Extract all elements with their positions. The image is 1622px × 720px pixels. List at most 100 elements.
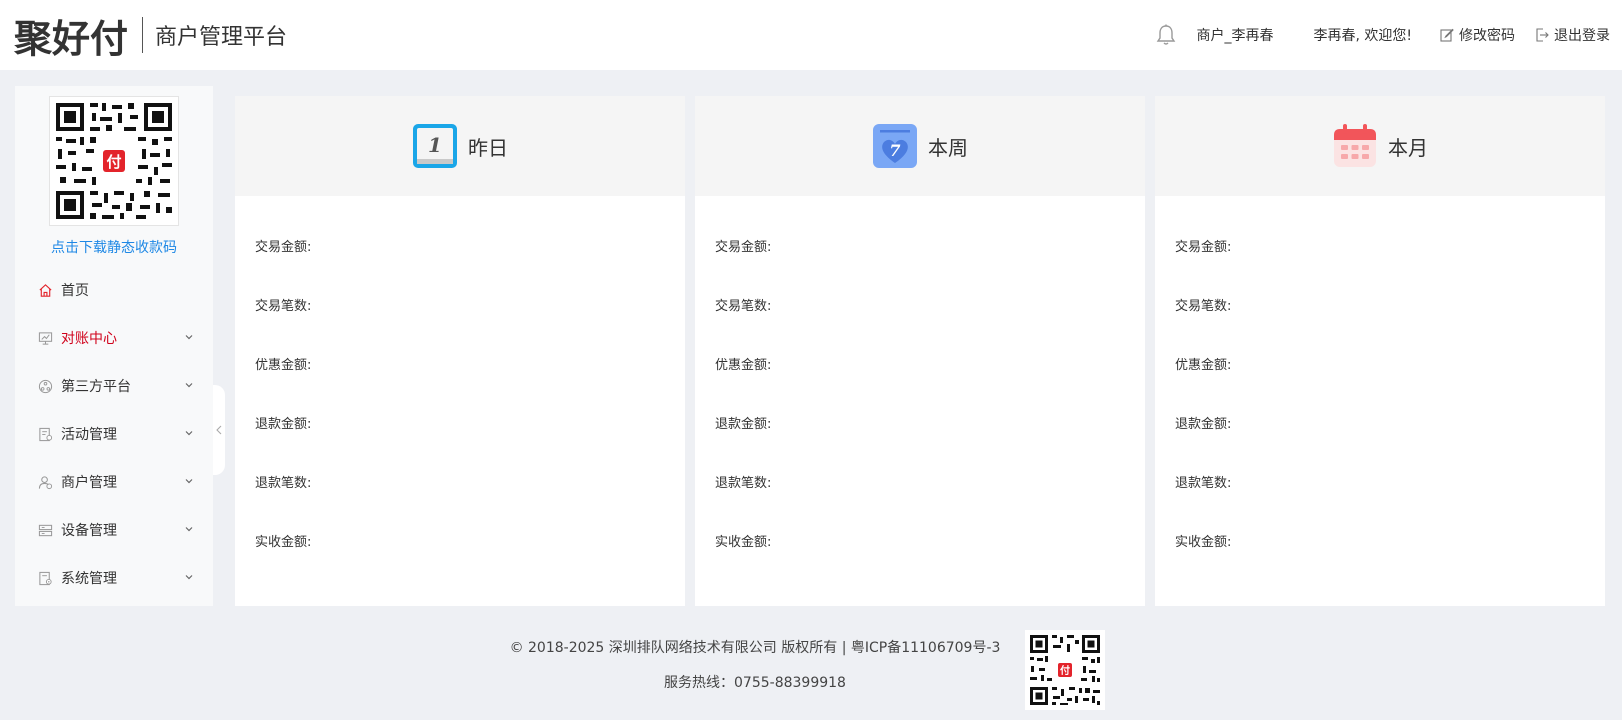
sidebar-item-third-party[interactable]: 第三方平台 bbox=[15, 362, 213, 410]
merchant-icon bbox=[37, 474, 53, 490]
welcome-text: 李再春, 欢迎您! bbox=[1313, 28, 1412, 44]
sidebar-item-devices[interactable]: 设备管理 bbox=[15, 506, 213, 554]
chevron-down-icon bbox=[185, 479, 193, 484]
stat-label: 实收金额: bbox=[715, 535, 772, 550]
sidebar-item-merchants[interactable]: 商户管理 bbox=[15, 458, 213, 506]
sidebar-collapse-toggle[interactable] bbox=[213, 385, 225, 475]
sidebar: 付 点击下载静态收款码 首页 对账中心 第三方平台 活动管理 商户管理 设备管理… bbox=[15, 86, 213, 606]
stat-row: 退款金额: bbox=[715, 413, 1145, 472]
footer-hotline: 服务热线：0755-88399918 bbox=[664, 675, 846, 691]
chevron-left-icon bbox=[216, 425, 222, 435]
static-qr-code[interactable]: 付 bbox=[49, 96, 179, 226]
stat-label: 交易笔数: bbox=[1175, 299, 1232, 314]
card-header: 1 昨日 bbox=[235, 96, 685, 196]
calendar-month-icon bbox=[1334, 124, 1376, 167]
qr-code-icon: 付 bbox=[1025, 630, 1105, 710]
stat-row: 实收金额: bbox=[715, 531, 1145, 590]
sidebar-menu: 首页 对账中心 第三方平台 活动管理 商户管理 设备管理 系统管理 bbox=[15, 266, 213, 602]
sidebar-item-activities[interactable]: 活动管理 bbox=[15, 410, 213, 458]
monitor-icon bbox=[37, 330, 53, 346]
card-stats: 交易金额: 交易笔数: 优惠金额: 退款金额: 退款笔数: 实收金额: bbox=[695, 196, 1145, 590]
stat-label: 优惠金额: bbox=[715, 358, 772, 373]
stat-label: 交易金额: bbox=[1175, 240, 1232, 255]
sidebar-item-label: 第三方平台 bbox=[61, 379, 131, 395]
stat-row: 交易金额: bbox=[715, 236, 1145, 295]
logout-label: 退出登录 bbox=[1554, 28, 1610, 44]
qr-code-icon: 付 bbox=[50, 97, 178, 225]
calendar-week-7-icon: 7 bbox=[873, 124, 917, 168]
chevron-down-icon bbox=[185, 335, 193, 340]
top-header: 聚好付 商户管理平台 商户_李再春 李再春, 欢迎您! 修改密码 退出登录 bbox=[0, 0, 1622, 70]
svg-text:7: 7 bbox=[889, 141, 900, 160]
stat-row: 交易金额: bbox=[1175, 236, 1605, 295]
stat-label: 退款笔数: bbox=[255, 476, 312, 491]
stat-label: 实收金额: bbox=[1175, 535, 1232, 550]
stat-row: 退款金额: bbox=[1175, 413, 1605, 472]
platform-title: 商户管理平台 bbox=[155, 25, 288, 50]
stat-label: 交易笔数: bbox=[715, 299, 772, 314]
home-icon bbox=[37, 282, 53, 298]
download-qr-link[interactable]: 点击下载静态收款码 bbox=[15, 237, 213, 257]
stat-row: 退款笔数: bbox=[715, 472, 1145, 531]
stat-label: 退款笔数: bbox=[715, 476, 772, 491]
sidebar-item-label: 对账中心 bbox=[61, 331, 117, 347]
stat-label: 交易金额: bbox=[715, 240, 772, 255]
stat-row: 实收金额: bbox=[255, 531, 685, 590]
brand-logo[interactable]: 聚好付 bbox=[14, 8, 128, 63]
edit-icon bbox=[1440, 28, 1454, 42]
stat-row: 优惠金额: bbox=[1175, 354, 1605, 413]
header-user-area: 商户_李再春 李再春, 欢迎您! 修改密码 退出登录 bbox=[1156, 0, 1610, 70]
stat-row: 退款金额: bbox=[255, 413, 685, 472]
stat-label: 优惠金额: bbox=[1175, 358, 1232, 373]
chevron-down-icon bbox=[185, 431, 193, 436]
card-header: 本月 bbox=[1155, 96, 1605, 196]
card-header: 7 本周 bbox=[695, 96, 1145, 196]
sidebar-item-home[interactable]: 首页 bbox=[15, 266, 213, 314]
chevron-down-icon bbox=[185, 527, 193, 532]
network-icon bbox=[37, 378, 53, 394]
stat-row: 交易笔数: bbox=[255, 295, 685, 354]
calendar-day-1-icon: 1 bbox=[413, 124, 457, 168]
footer-qr-code: 付 bbox=[1025, 630, 1105, 710]
stat-label: 实收金额: bbox=[255, 535, 312, 550]
stat-row: 退款笔数: bbox=[1175, 472, 1605, 531]
qr-center-glyph: 付 bbox=[106, 153, 121, 171]
footer-copyright: © 2018-2025 深圳排队网络技术有限公司 版权所有 | 粤ICP备111… bbox=[509, 640, 1001, 656]
stat-label: 退款金额: bbox=[255, 417, 312, 432]
bell-icon[interactable] bbox=[1156, 24, 1176, 46]
activity-icon bbox=[37, 426, 53, 442]
change-password-label: 修改密码 bbox=[1459, 28, 1515, 44]
merchant-name: 商户_李再春 bbox=[1196, 28, 1274, 44]
chevron-down-icon bbox=[185, 383, 193, 388]
stat-row: 实收金额: bbox=[1175, 531, 1605, 590]
sidebar-item-label: 商户管理 bbox=[61, 475, 117, 491]
settings-doc-icon bbox=[37, 570, 53, 586]
stat-row: 交易金额: bbox=[255, 236, 685, 295]
sidebar-item-label: 首页 bbox=[61, 283, 89, 299]
sidebar-item-label: 系统管理 bbox=[61, 571, 117, 587]
stat-row: 交易笔数: bbox=[715, 295, 1145, 354]
stats-card-yesterday: 1 昨日 交易金额: 交易笔数: 优惠金额: 退款金额: 退款笔数: 实收金额: bbox=[235, 96, 685, 606]
sidebar-item-label: 设备管理 bbox=[61, 523, 117, 539]
stats-card-this-week: 7 本周 交易金额: 交易笔数: 优惠金额: 退款金额: 退款笔数: 实收金额: bbox=[695, 96, 1145, 606]
logout-link[interactable]: 退出登录 bbox=[1535, 25, 1610, 45]
logout-icon bbox=[1536, 28, 1549, 42]
card-title: 昨日 bbox=[468, 135, 508, 160]
card-stats: 交易金额: 交易笔数: 优惠金额: 退款金额: 退款笔数: 实收金额: bbox=[235, 196, 685, 590]
sidebar-item-system[interactable]: 系统管理 bbox=[15, 554, 213, 602]
card-title: 本月 bbox=[1388, 135, 1428, 160]
logo-text: 聚好付 bbox=[14, 15, 129, 61]
stat-row: 退款笔数: bbox=[255, 472, 685, 531]
card-stats: 交易金额: 交易笔数: 优惠金额: 退款金额: 退款笔数: 实收金额: bbox=[1155, 196, 1605, 590]
chevron-down-icon bbox=[185, 575, 193, 580]
logo-divider bbox=[142, 17, 144, 53]
stat-label: 退款笔数: bbox=[1175, 476, 1232, 491]
svg-text:付: 付 bbox=[1060, 664, 1070, 677]
stat-label: 优惠金额: bbox=[255, 358, 312, 373]
change-password-link[interactable]: 修改密码 bbox=[1440, 25, 1515, 45]
stat-label: 交易金额: bbox=[255, 240, 312, 255]
stat-row: 优惠金额: bbox=[255, 354, 685, 413]
svg-text:1: 1 bbox=[428, 133, 442, 157]
stat-row: 优惠金额: bbox=[715, 354, 1145, 413]
sidebar-item-reconciliation[interactable]: 对账中心 bbox=[15, 314, 213, 362]
